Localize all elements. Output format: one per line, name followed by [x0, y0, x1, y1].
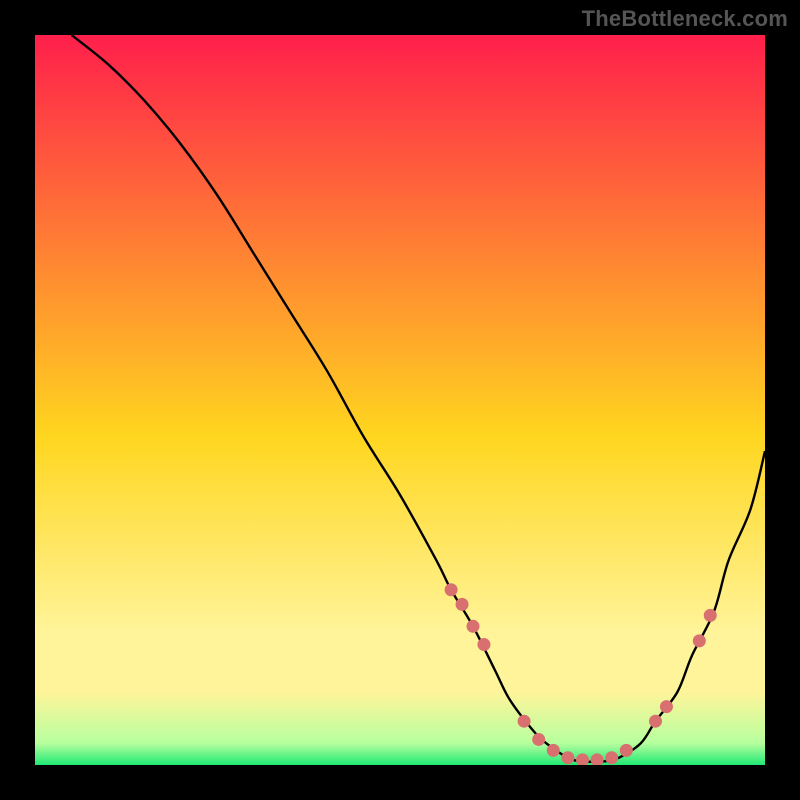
- marker-point: [605, 751, 618, 764]
- marker-point: [649, 715, 662, 728]
- marker-point: [477, 638, 490, 651]
- marker-point: [532, 733, 545, 746]
- watermark-label: TheBottleneck.com: [582, 6, 788, 32]
- chart-frame: TheBottleneck.com: [0, 0, 800, 800]
- marker-point: [620, 744, 633, 757]
- gradient-background: [35, 35, 765, 765]
- marker-point: [456, 598, 469, 611]
- marker-point: [547, 744, 560, 757]
- marker-point: [445, 583, 458, 596]
- marker-point: [561, 751, 574, 764]
- marker-point: [660, 700, 673, 713]
- marker-point: [518, 715, 531, 728]
- chart-svg: [35, 35, 765, 765]
- marker-point: [467, 620, 480, 633]
- marker-point: [693, 634, 706, 647]
- plot-area: [35, 35, 765, 765]
- marker-point: [704, 609, 717, 622]
